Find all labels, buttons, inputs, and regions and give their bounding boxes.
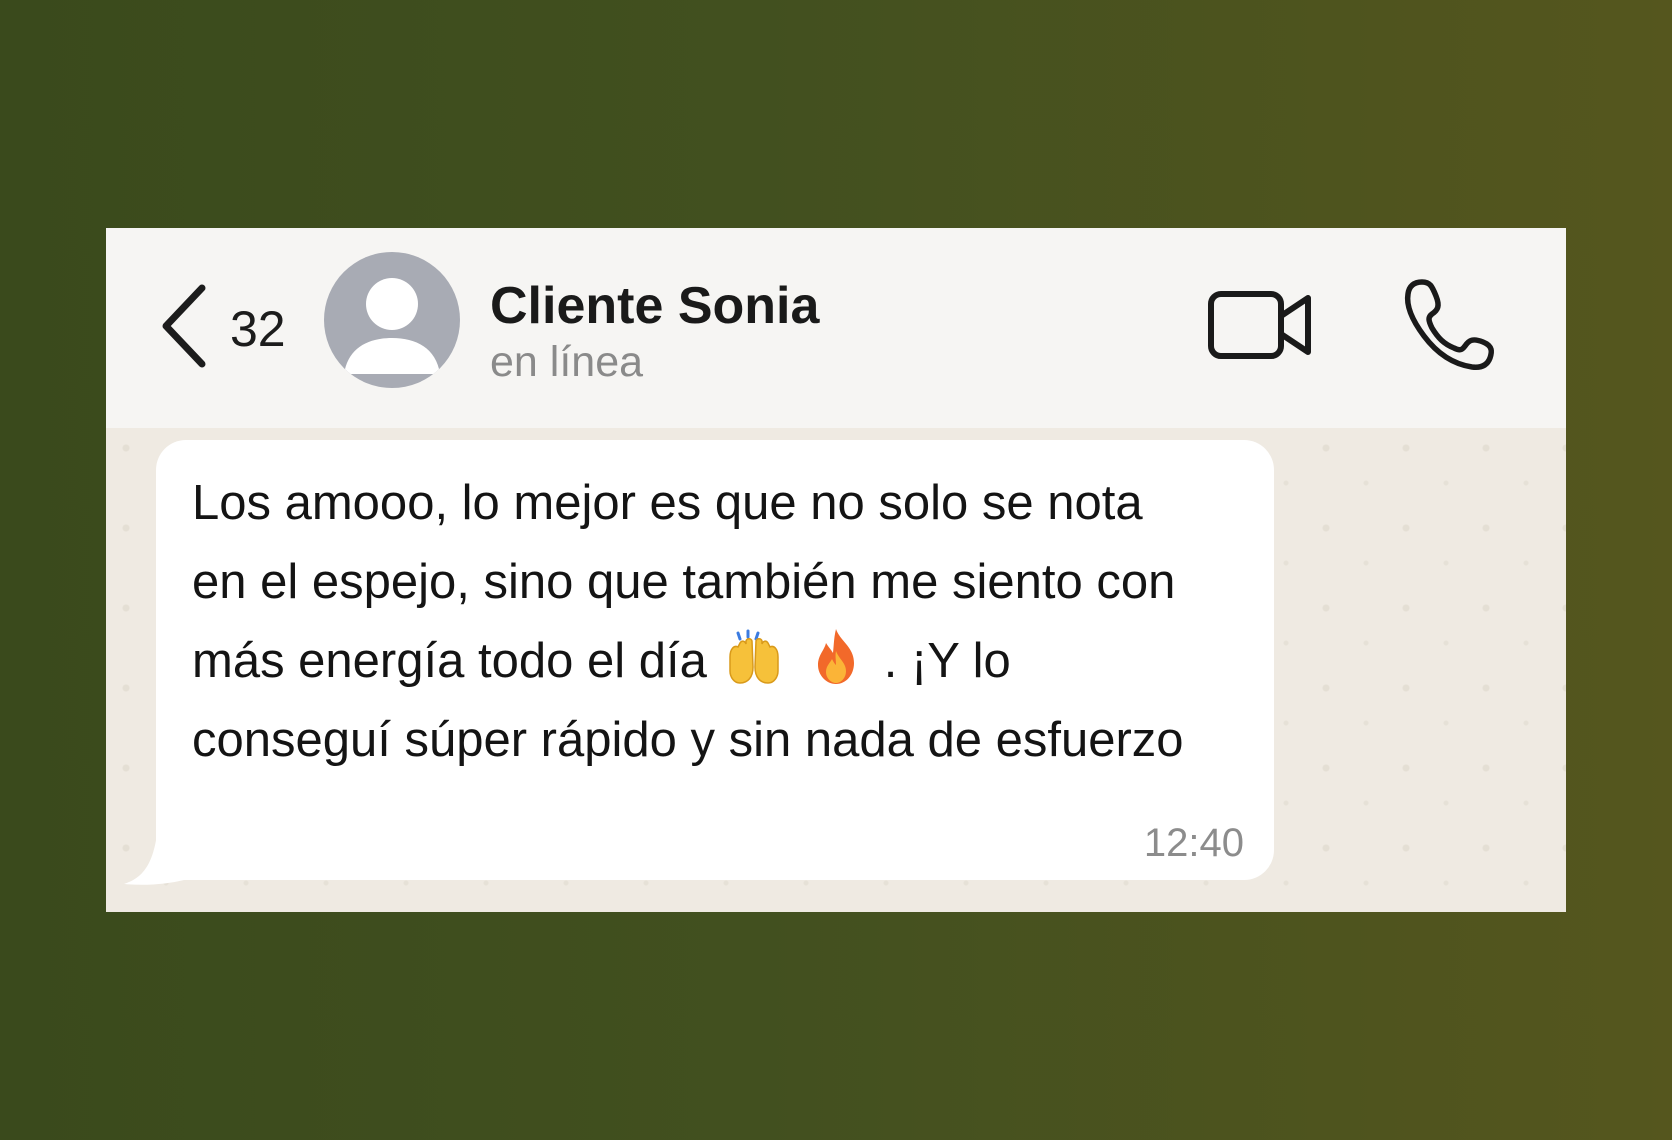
- chat-background: Los amooo, lo mejor es que no solo se no…: [106, 428, 1566, 912]
- chat-window: 32 Cliente Sonia en línea Los amooo, lo …: [106, 228, 1566, 912]
- chevron-left-icon: [162, 284, 206, 368]
- person-icon: [344, 278, 440, 374]
- message-bubble[interactable]: Los amooo, lo mejor es que no solo se no…: [156, 440, 1274, 880]
- unread-count: 32: [230, 301, 286, 357]
- raising-hands-icon: [724, 627, 784, 687]
- back-button[interactable]: 32: [158, 276, 318, 376]
- voice-call-button[interactable]: [1400, 276, 1496, 372]
- fire-icon: [806, 627, 866, 687]
- contact-name[interactable]: Cliente Sonia: [490, 276, 819, 336]
- video-camera-icon: [1208, 291, 1311, 359]
- message-text: Los amooo, lo mejor es que no solo se no…: [192, 464, 1192, 780]
- contact-status: en línea: [490, 338, 644, 386]
- video-call-button[interactable]: [1206, 282, 1316, 366]
- chat-header: 32 Cliente Sonia en línea: [106, 228, 1566, 428]
- phone-icon: [1404, 279, 1495, 370]
- message-timestamp: 12:40: [1143, 821, 1244, 865]
- avatar[interactable]: [324, 252, 460, 388]
- message-text-part1: Los amooo, lo mejor es que no solo se no…: [192, 476, 1176, 688]
